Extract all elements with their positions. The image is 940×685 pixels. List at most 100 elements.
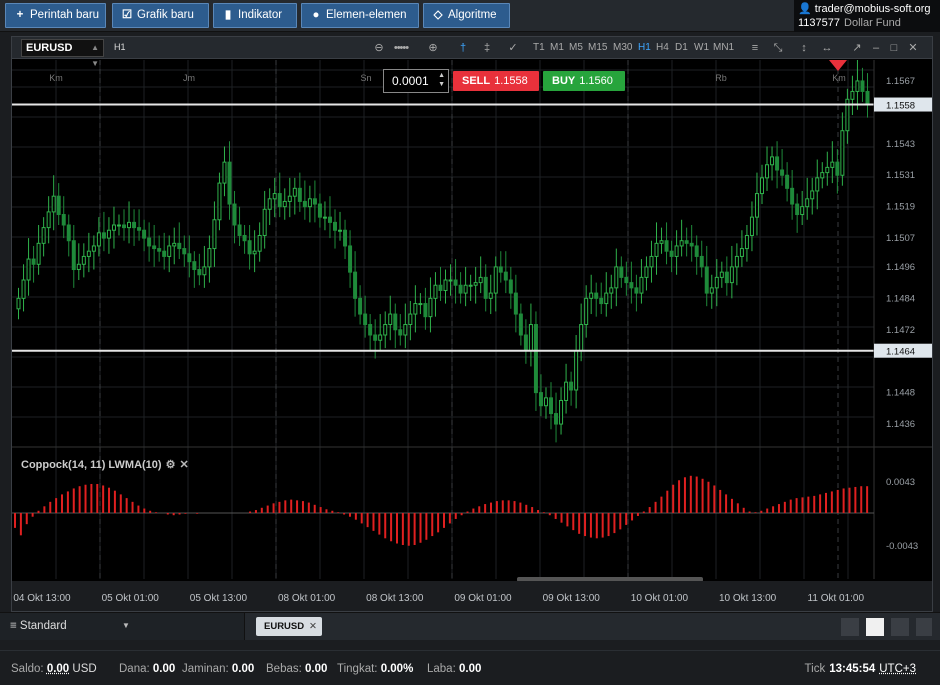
precision-input[interactable]: 0.0001 ▲ ▼ [383,69,449,93]
layout-rows-icon[interactable] [916,618,932,636]
price-line-label: 1.1464 [886,347,915,358]
candle-body [132,221,137,229]
chart-plot[interactable]: Km Jm Sn Rb Km 1.1567 1.1543 1.1531 1.1519 1.1507… [12,37,932,611]
candle-body [473,282,478,286]
horizontal-resize-icon[interactable]: ↔ [820,40,834,56]
candle-body [378,334,383,341]
candle-body [790,187,795,205]
candle-body [749,216,754,236]
candle-body [800,206,805,216]
candle-body [76,263,81,271]
workspace-bar: ≡ Standard ▼ EURUSD ✕ [0,612,940,640]
layout-columns-icon[interactable] [891,618,909,636]
laba-status: Laba: 0.00 [427,663,482,675]
candle-body [177,242,182,250]
layout-single-icon[interactable] [841,618,859,636]
tf-m5[interactable]: M5 [569,42,583,53]
chart-window: Km Jm Sn Rb Km 1.1567 1.1543 1.1531 1.1519 1.1507… [11,36,933,612]
account-number: 1137577 [798,17,841,29]
minimize-icon[interactable]: – [869,40,883,56]
candle-body [182,248,187,255]
close-tab-icon[interactable]: ✕ [309,617,317,636]
algorithms-button[interactable]: ◇ Algoritme [423,3,510,28]
indicator-tick-label: 0.0043 [886,477,915,488]
popout-icon[interactable]: ↗ [850,40,864,56]
tf-t1[interactable]: T1 [533,42,545,53]
candle-body [363,313,368,326]
timezone-selector[interactable]: UTC+3 [879,663,916,675]
candle-body [574,350,579,391]
tf-mn1[interactable]: MN1 [713,42,734,53]
candle-body [232,203,237,226]
maximize-icon[interactable]: □ [887,40,901,56]
main-toolbar: + Perintah baru ☑ Grafik baru ▮ Indikator ●… [0,0,940,32]
workspace-selector[interactable]: ≡ Standard ▼ [0,613,245,640]
candle-body [639,276,644,294]
candle-body [71,240,76,271]
close-icon[interactable]: ✕ [906,40,920,56]
candle-body [36,242,41,265]
candle-body [257,234,262,252]
candle-body [855,80,860,92]
zoom-out-icon[interactable]: ⊖ [372,40,386,56]
vertical-resize-icon[interactable]: ↕ [797,40,811,56]
fit-icon[interactable]: ≡ [748,40,762,56]
candle-body [212,219,217,250]
candlestick-icon[interactable]: † [456,40,470,56]
bar-chart-icon[interactable]: ‡ [480,40,494,56]
sell-button[interactable]: SELL 1.1558 [453,71,539,91]
tf-h4[interactable]: H4 [656,42,669,53]
tf-m1[interactable]: M1 [550,42,564,53]
price-line-label: 1.1558 [886,101,915,112]
layout-grid-icon[interactable] [866,618,884,636]
indicator-tick-label: -0.0043 [886,541,918,552]
candle-body [31,258,36,265]
candle-body [368,324,373,336]
tf-d1[interactable]: D1 [675,42,688,53]
buy-button[interactable]: BUY 1.1560 [543,71,625,91]
candle-body [780,169,785,176]
zoom-in-icon[interactable]: ⊕ [426,40,440,56]
candle-body [448,279,453,282]
settings-icon[interactable]: ⚙ [166,459,176,471]
new-chart-button[interactable]: ☑ Grafik baru [112,3,209,28]
server-clock: Tick 13:45:54 UTC+3 [804,663,916,675]
candle-body [332,221,337,231]
zoom-slider[interactable]: ••••• [390,40,412,56]
candle-body [659,240,664,244]
remove-indicator-icon[interactable]: ✕ [179,459,188,471]
tf-m30[interactable]: M30 [613,42,632,53]
candle-body [307,198,312,208]
candle-body [468,284,473,287]
candle-body [815,177,820,192]
new-order-button[interactable]: + Perintah baru [5,3,106,28]
jaminan-status: Jaminan: 0.00 [182,663,255,675]
candle-body [267,198,272,210]
candle-body [594,292,599,299]
diagonal-resize-icon[interactable]: ⤡ [771,40,785,56]
spinner-icon[interactable]: ▲ ▼ [438,71,445,89]
price-tick-label: 1.1484 [886,293,915,304]
tf-w1[interactable]: W1 [694,42,709,53]
candle-body [438,284,443,291]
candle-body [408,313,413,326]
candle-body [554,413,559,425]
candle-body [619,266,624,278]
bars-icon: ▮ [224,9,232,21]
day-label: Jm [183,73,195,83]
tf-h1[interactable]: H1 [638,42,651,53]
candle-body [830,161,835,168]
indicators-button[interactable]: ▮ Indikator [213,3,297,28]
candle-body [654,242,659,257]
elements-button[interactable]: ● Elemen-elemen [301,3,419,28]
candle-body [614,266,619,289]
symbol-selector[interactable]: EURUSD ▲ ▼ [21,39,104,68]
tf-m15[interactable]: M15 [588,42,607,53]
line-chart-icon[interactable]: ✓ [506,40,520,56]
account-panel[interactable]: 👤 trader@mobius-soft.org 1137577 Dollar F… [794,0,940,32]
candle-body [739,248,744,257]
tab-eurusd[interactable]: EURUSD ✕ [256,617,322,636]
shapes-icon: ● [312,9,320,21]
price-tick-label: 1.1531 [886,170,915,181]
candle-body [137,227,142,231]
